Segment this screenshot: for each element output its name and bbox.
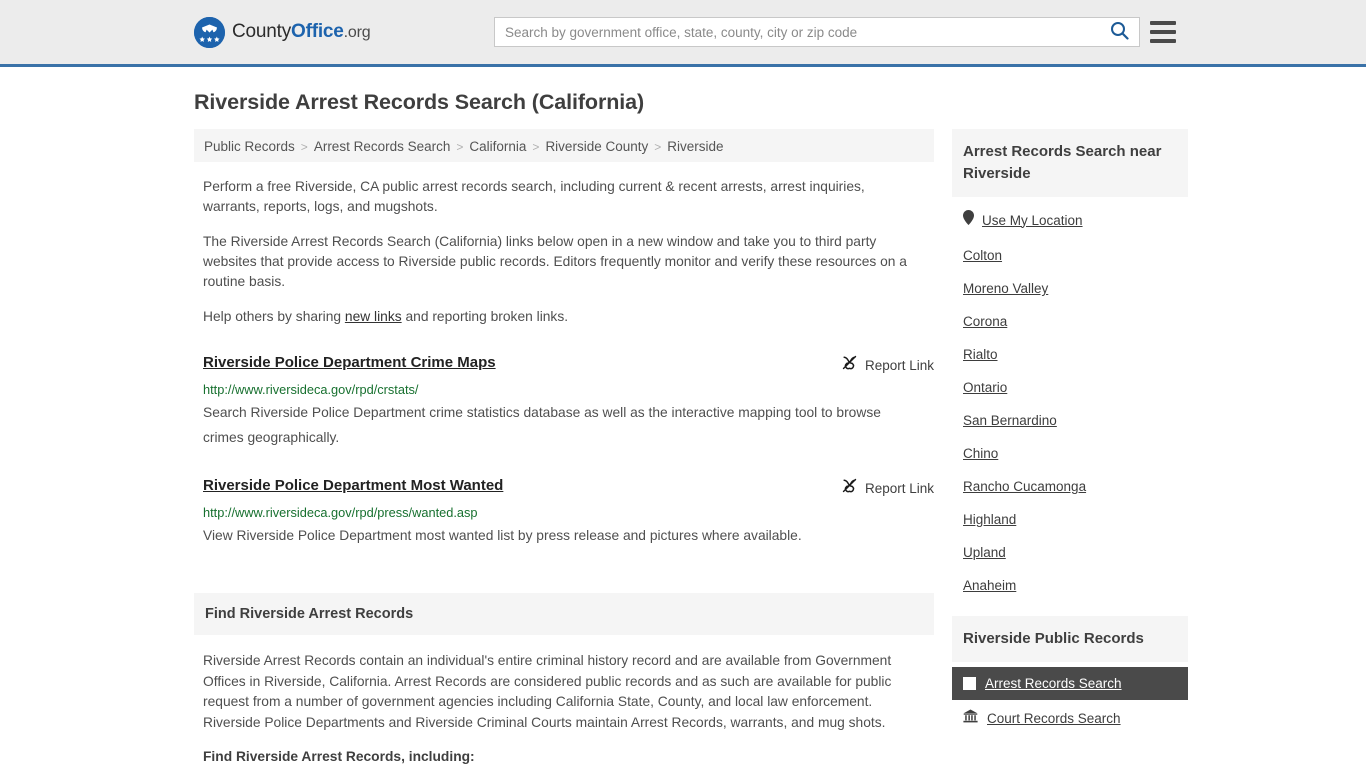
share-text-after: and reporting broken links. (401, 309, 569, 324)
breadcrumb-separator: > (456, 139, 464, 154)
result-title-link[interactable]: Riverside Police Department Most Wanted (203, 476, 503, 495)
sidebar-item-use-my-location[interactable]: Use My Location (952, 201, 1188, 239)
sidebar-near-heading: Arrest Records Search near Riverside (952, 129, 1188, 197)
sidebar-item-label: Court Records Search (987, 711, 1121, 726)
sidebar-item-label: Moreno Valley (963, 281, 1049, 296)
search-button[interactable] (1106, 21, 1139, 43)
sidebar-item-chino[interactable]: Chino (952, 437, 1188, 470)
new-links-link[interactable]: new links (345, 309, 402, 324)
breadcrumb: Public Records > Arrest Records Search >… (194, 129, 934, 162)
brand-wordmark: CountyOffice.org (232, 21, 371, 43)
sidebar-item-anaheim[interactable]: Anaheim (952, 569, 1188, 602)
sidebar-item-label: Colton (963, 248, 1003, 263)
breadcrumb-separator: > (654, 139, 662, 154)
search-input[interactable] (495, 18, 1106, 46)
report-link-button[interactable]: Report Link (841, 476, 934, 499)
sidebar: Arrest Records Search near Riverside Use… (952, 129, 1188, 737)
sidebar-item-highland[interactable]: Highland (952, 503, 1188, 536)
breadcrumb-separator: > (532, 139, 540, 154)
sidebar-item-upland[interactable]: Upland (952, 536, 1188, 569)
hamburger-menu-icon-bar-1 (1150, 21, 1176, 25)
sidebar-item-label: Ontario (963, 380, 1008, 395)
find-records-subheading: Find Riverside Arrest Records, including… (203, 749, 475, 764)
sidebar-item-label: Anaheim (963, 578, 1017, 593)
report-link-label: Report Link (864, 357, 934, 373)
result-item: Riverside Police Department Crime Maps R… (203, 353, 934, 450)
sidebar-item-label: Rialto (963, 347, 998, 362)
page-container: Riverside Arrest Records Search (Califor… (0, 90, 1366, 768)
breadcrumb-item-arrest-records-search[interactable]: Arrest Records Search (314, 139, 451, 154)
courthouse-icon (963, 709, 978, 728)
broken-link-icon (841, 477, 858, 499)
sidebar-public-records-heading: Riverside Public Records (952, 616, 1188, 662)
broken-link-icon (841, 354, 858, 376)
sidebar-item-label: Highland (963, 512, 1017, 527)
report-link-label: Report Link (864, 480, 934, 496)
result-url[interactable]: http://www.riversideca.gov/rpd/crstats/ (203, 382, 934, 398)
hamburger-menu-icon-bar-2 (1150, 30, 1176, 34)
sidebar-item-label: Use My Location (982, 212, 1083, 228)
sidebar-public-records-list: Arrest Records Search Court Records Sear… (952, 667, 1188, 737)
report-link-button[interactable]: Report Link (841, 353, 934, 376)
search-icon (1110, 21, 1129, 43)
sidebar-item-ontario[interactable]: Ontario (952, 371, 1188, 404)
sidebar-item-arrest-records-search[interactable]: Arrest Records Search (952, 667, 1188, 700)
hamburger-menu-button[interactable] (1150, 19, 1176, 45)
sidebar-item-label: Chino (963, 446, 999, 461)
result-url[interactable]: http://www.riversideca.gov/rpd/press/wan… (203, 505, 934, 521)
sidebar-item-rancho-cucamonga[interactable]: Rancho Cucamonga (952, 470, 1188, 503)
intro-paragraph-1: Perform a free Riverside, CA public arre… (203, 179, 865, 214)
intro-paragraph-2: The Riverside Arrest Records Search (Cal… (203, 234, 907, 289)
sidebar-item-moreno-valley[interactable]: Moreno Valley (952, 272, 1188, 305)
find-records-body: Riverside Arrest Records contain an indi… (203, 653, 892, 730)
breadcrumb-item-california[interactable]: California (469, 139, 526, 154)
search-bar (494, 17, 1140, 47)
page-title: Riverside Arrest Records Search (Califor… (194, 90, 645, 114)
sidebar-item-label: Upland (963, 545, 1006, 560)
breadcrumb-separator: > (300, 139, 308, 154)
brand-part-county: County (232, 21, 292, 42)
breadcrumb-item-riverside-county[interactable]: Riverside County (545, 139, 648, 154)
white-square-icon (963, 677, 976, 690)
sidebar-city-list: Use My Location Colton Moreno Valley Cor… (952, 201, 1188, 602)
share-text-before: Help others by sharing (203, 309, 345, 324)
brand-part-office: Office (291, 21, 344, 42)
sidebar-item-colton[interactable]: Colton (952, 239, 1188, 272)
sidebar-item-label: San Bernardino (963, 413, 1057, 428)
sidebar-item-label: Corona (963, 314, 1008, 329)
result-header: Riverside Police Department Crime Maps R… (203, 353, 934, 376)
site-logo[interactable]: CountyOffice.org (194, 16, 371, 48)
map-pin-icon (963, 210, 974, 230)
site-header: CountyOffice.org (0, 0, 1366, 67)
hamburger-menu-icon-bar-3 (1150, 39, 1176, 43)
result-header: Riverside Police Department Most Wanted (203, 476, 934, 499)
intro-paragraph-3: Help others by sharing new links and rep… (203, 307, 917, 327)
sidebar-item-rialto[interactable]: Rialto (952, 338, 1188, 371)
result-description: View Riverside Police Department most wa… (203, 528, 802, 543)
sidebar-item-corona[interactable]: Corona (952, 305, 1188, 338)
content-columns: Public Records > Arrest Records Search >… (194, 129, 1188, 768)
sidebar-item-label: Arrest Records Search (985, 676, 1122, 691)
main-content: Public Records > Arrest Records Search >… (194, 129, 934, 768)
brand-part-org: .org (343, 24, 371, 41)
sidebar-item-san-bernardino[interactable]: San Bernardino (952, 404, 1188, 437)
eagle-emblem-icon (194, 16, 225, 48)
find-records-heading: Find Riverside Arrest Records (194, 593, 934, 635)
result-description: Search Riverside Police Department crime… (203, 405, 881, 445)
breadcrumb-item-riverside[interactable]: Riverside (667, 139, 723, 154)
result-title-link[interactable]: Riverside Police Department Crime Maps (203, 353, 496, 372)
sidebar-item-court-records-search[interactable]: Court Records Search (952, 700, 1188, 737)
breadcrumb-item-public-records[interactable]: Public Records (204, 139, 295, 154)
result-item: Riverside Police Department Most Wanted (203, 476, 934, 548)
sidebar-item-label: Rancho Cucamonga (963, 479, 1087, 494)
